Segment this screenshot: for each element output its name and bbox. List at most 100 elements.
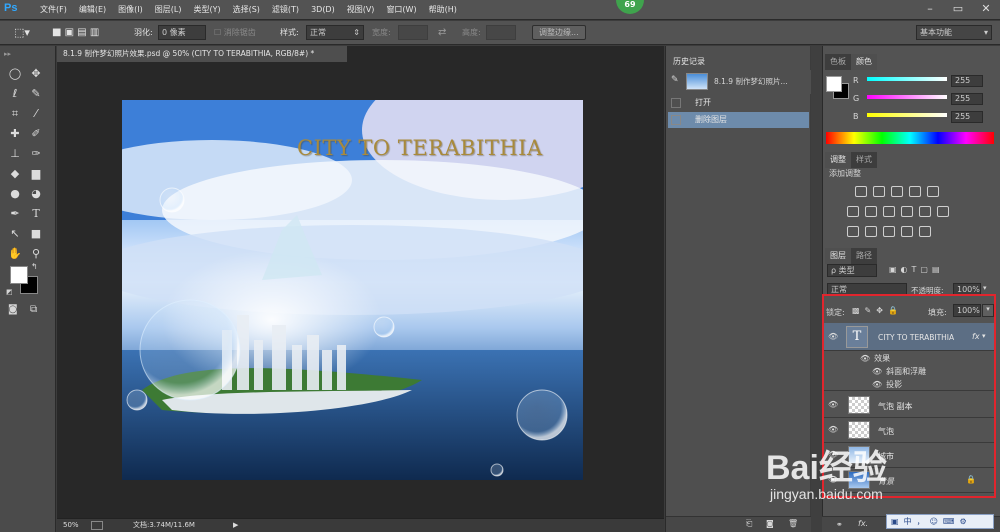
menu-item-9[interactable]: 窗口(W) bbox=[380, 0, 422, 20]
dodge-icon[interactable]: ◕ bbox=[27, 186, 45, 202]
tab-styles[interactable]: 样式 bbox=[851, 152, 877, 168]
menu-item-0[interactable]: 文件(F) bbox=[34, 0, 73, 20]
g-input[interactable]: 255 bbox=[951, 93, 983, 105]
zoom-icon[interactable]: ⚲ bbox=[27, 246, 45, 262]
bw-icon[interactable] bbox=[883, 206, 895, 217]
crop-icon[interactable]: ⌗ bbox=[6, 106, 24, 122]
photo-filter-icon[interactable] bbox=[901, 206, 913, 217]
history-brush-icon[interactable]: ✑ bbox=[27, 146, 45, 162]
screen-mode-icon[interactable]: ⧉ bbox=[30, 304, 37, 315]
tab-history[interactable]: 历史记录 bbox=[668, 54, 710, 70]
tab-layers[interactable]: 图层 bbox=[825, 248, 851, 264]
snapshot-camera-icon[interactable]: ◙ bbox=[766, 519, 774, 528]
height-input[interactable] bbox=[486, 25, 516, 40]
move-icon[interactable]: ✥ bbox=[27, 66, 45, 82]
pen-icon[interactable]: ✒ bbox=[6, 206, 24, 222]
hue-icon[interactable] bbox=[847, 206, 859, 217]
marquee-icon[interactable]: ◯ bbox=[6, 66, 24, 82]
color-spectrum[interactable] bbox=[826, 132, 994, 144]
balance-icon[interactable] bbox=[865, 206, 877, 217]
tab-color[interactable]: 颜色 bbox=[851, 54, 877, 70]
document-tab[interactable]: 8.1.9 制作梦幻照片效果.psd @ 50% (CITY TO TERABI… bbox=[57, 46, 347, 62]
zoom-level[interactable]: 50% bbox=[63, 519, 79, 532]
curves-icon[interactable] bbox=[891, 186, 903, 197]
b-slider[interactable] bbox=[867, 113, 947, 117]
posterize-icon[interactable] bbox=[865, 226, 877, 237]
maximize-icon[interactable]: ▭ bbox=[944, 0, 972, 20]
brightness-icon[interactable] bbox=[855, 186, 867, 197]
toolbox-collapse-icon[interactable]: ▸▸ bbox=[4, 50, 11, 58]
style-select[interactable]: 正常 ⇕ bbox=[306, 25, 364, 40]
invert-icon[interactable] bbox=[847, 226, 859, 237]
healing-icon[interactable]: ✚ bbox=[6, 126, 24, 142]
lasso-icon[interactable]: ℓ bbox=[6, 86, 24, 102]
b-input[interactable]: 255 bbox=[951, 111, 983, 123]
path-select-icon[interactable]: ↖ bbox=[6, 226, 24, 242]
type-icon[interactable]: T bbox=[27, 206, 45, 222]
refine-edge-button[interactable]: 调整边缘... bbox=[532, 25, 586, 40]
menu-item-10[interactable]: 帮助(H) bbox=[423, 0, 463, 20]
quick-mask-icon[interactable]: ◙ bbox=[8, 304, 18, 315]
ime-toolbar[interactable]: ▣ 中， ☺ ⌨ ⚙ bbox=[886, 514, 994, 529]
stamp-icon[interactable]: ⊥ bbox=[6, 146, 24, 162]
layer-filter-select[interactable]: ρ 类型 bbox=[827, 264, 877, 277]
threshold-icon[interactable] bbox=[883, 226, 895, 237]
g-slider[interactable] bbox=[867, 95, 947, 99]
history-item-open[interactable]: 打开 bbox=[668, 95, 809, 111]
menu-item-8[interactable]: 视图(V) bbox=[341, 0, 381, 20]
link-icon[interactable]: ⚭ bbox=[836, 520, 843, 529]
shape-icon[interactable]: ■ bbox=[27, 226, 45, 242]
layer-filter-icons[interactable]: ▣◐T▢▤ bbox=[889, 265, 944, 274]
new-document-icon[interactable]: ⎗ bbox=[746, 519, 752, 529]
gradient-map-icon[interactable] bbox=[901, 226, 913, 237]
history-item-delete-layer[interactable]: 删除图层 bbox=[668, 112, 809, 128]
eyedropper-icon[interactable]: ⁄ bbox=[27, 106, 45, 122]
workspace-select[interactable]: 基本功能 ▾ bbox=[916, 25, 992, 40]
levels-icon[interactable] bbox=[873, 186, 885, 197]
canvas-image[interactable]: CITY TO TERABITHIA bbox=[122, 100, 583, 480]
swap-colors-icon[interactable]: ↰ bbox=[31, 262, 38, 271]
menu-item-6[interactable]: 滤镜(T) bbox=[266, 0, 305, 20]
menu-item-2[interactable]: 图像(I) bbox=[112, 0, 149, 20]
minimize-icon[interactable]: – bbox=[916, 0, 944, 20]
preview-icon[interactable] bbox=[91, 521, 103, 530]
marquee-tool-icon[interactable]: ⬚▾ bbox=[14, 25, 30, 40]
brush-icon[interactable]: ✐ bbox=[27, 126, 45, 142]
menu-item-5[interactable]: 选择(S) bbox=[227, 0, 266, 20]
trash-icon[interactable]: 🗑 bbox=[788, 519, 798, 528]
opacity-arrow-icon[interactable]: ▾ bbox=[983, 284, 987, 292]
fx-add-icon[interactable]: fx. bbox=[858, 519, 868, 528]
swap-icon[interactable]: ⇄ bbox=[438, 25, 446, 40]
hand-icon[interactable]: ✋ bbox=[6, 246, 24, 262]
r-input[interactable]: 255 bbox=[951, 75, 983, 87]
r-slider[interactable] bbox=[867, 77, 947, 81]
feather-input[interactable]: 0 像素 bbox=[158, 25, 206, 40]
lookup-icon[interactable] bbox=[937, 206, 949, 217]
selective-color-icon[interactable] bbox=[919, 226, 931, 237]
color-fg-front[interactable] bbox=[826, 76, 842, 92]
blur-icon[interactable]: ● bbox=[6, 186, 24, 202]
exposure-icon[interactable] bbox=[909, 186, 921, 197]
selection-mode-icons[interactable]: ■ ▣ ▤ ▥ bbox=[52, 25, 99, 40]
foreground-color-front[interactable] bbox=[10, 266, 28, 284]
vibrance-icon[interactable] bbox=[927, 186, 939, 197]
quick-select-icon[interactable]: ✎ bbox=[27, 86, 45, 102]
menu-item-7[interactable]: 3D(D) bbox=[305, 0, 341, 20]
mixer-icon[interactable] bbox=[919, 206, 931, 217]
history-snapshot[interactable]: ✎ 8.1.9 制作梦幻照片... bbox=[666, 70, 811, 94]
default-colors-icon[interactable]: ◩ bbox=[6, 288, 13, 296]
menu-item-3[interactable]: 图层(L) bbox=[149, 0, 188, 20]
menu-item-1[interactable]: 编辑(E) bbox=[73, 0, 112, 20]
tab-paths[interactable]: 路径 bbox=[851, 248, 877, 264]
width-input[interactable] bbox=[398, 25, 428, 40]
antialias-checkbox[interactable]: ☐ 消除锯齿 bbox=[214, 25, 256, 40]
snapshot-brush-icon: ✎ bbox=[671, 75, 679, 85]
menu-item-4[interactable]: 类型(Y) bbox=[187, 0, 226, 20]
tab-swatches[interactable]: 色板 bbox=[825, 54, 851, 70]
tab-adjustments[interactable]: 调整 bbox=[825, 152, 851, 168]
notification-badge[interactable]: 69 bbox=[616, 0, 644, 14]
gradient-icon[interactable]: ▆ bbox=[27, 166, 45, 182]
close-icon[interactable]: ✕ bbox=[972, 0, 1000, 20]
status-arrow-icon[interactable]: ▶ bbox=[233, 519, 238, 532]
eraser-icon[interactable]: ◆ bbox=[6, 166, 24, 182]
